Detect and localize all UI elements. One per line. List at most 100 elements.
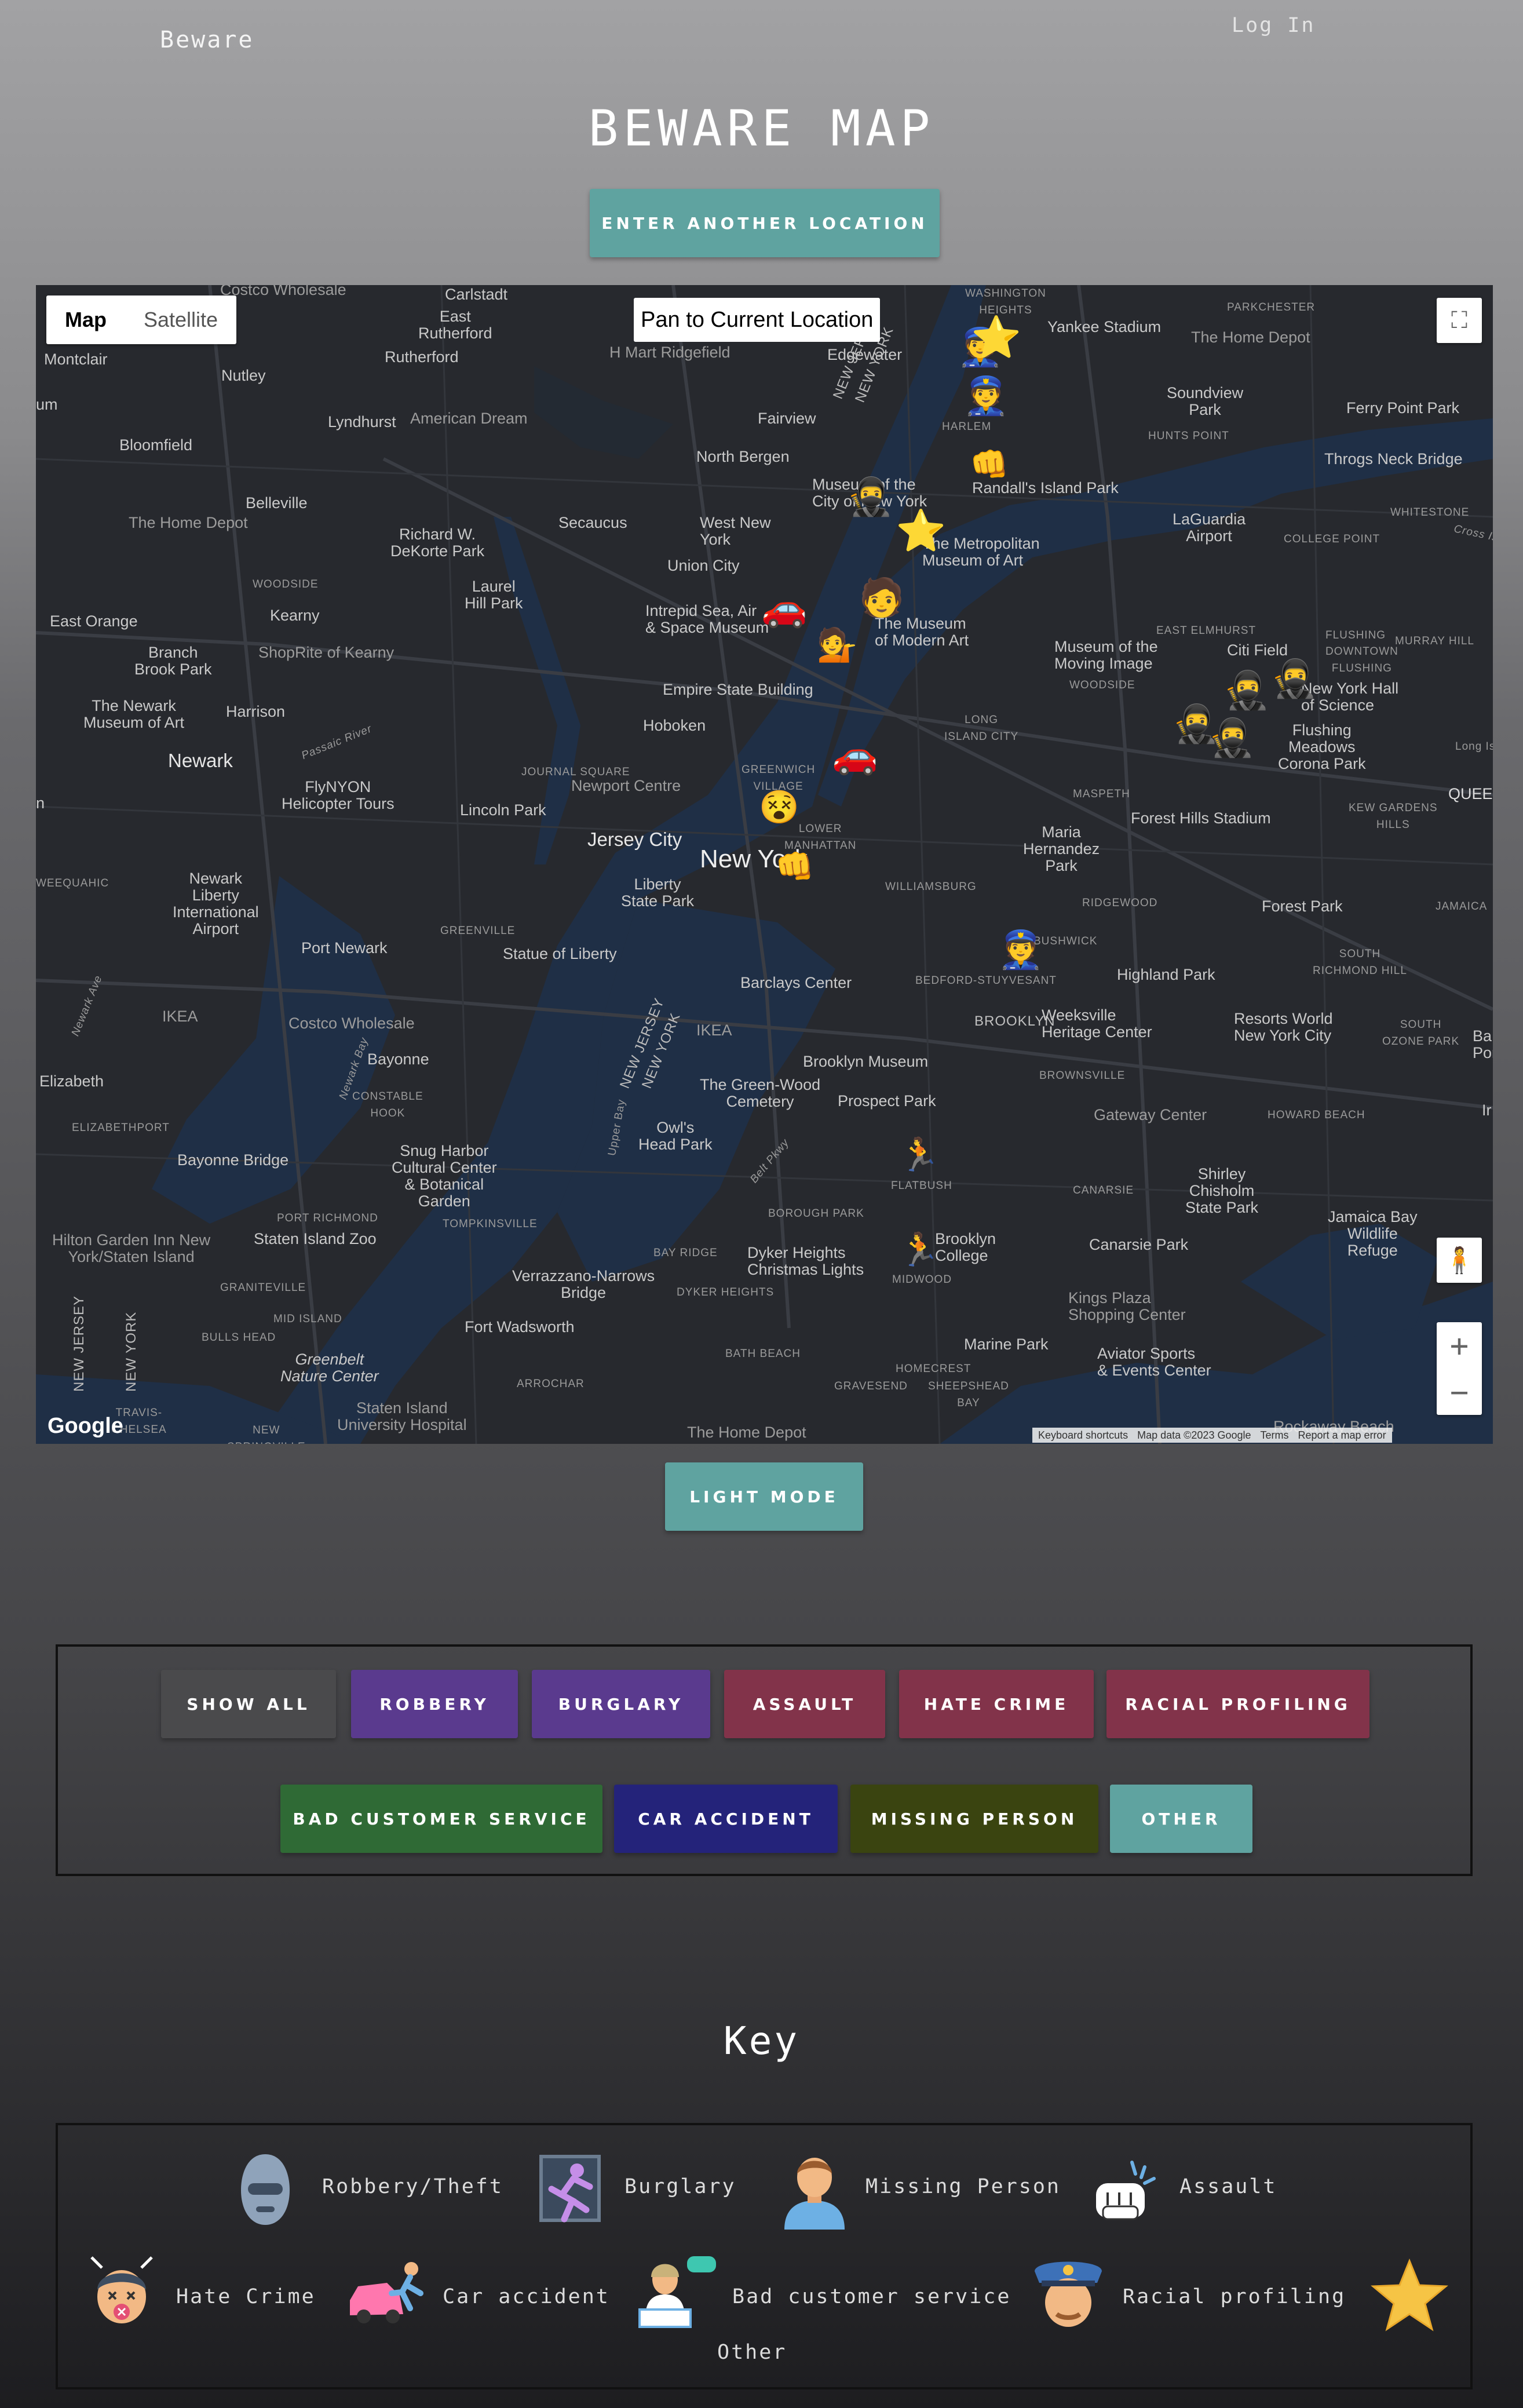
map-label-mid-island: MID ISLAND bbox=[273, 1313, 342, 1325]
map-type-satellite-button[interactable]: Satellite bbox=[125, 295, 236, 344]
map-type-map-button[interactable]: Map bbox=[46, 295, 125, 344]
filter-show-all-button[interactable]: SHOW ALL bbox=[161, 1670, 336, 1738]
filter-assault-button[interactable]: ASSAULT bbox=[724, 1670, 885, 1738]
map-label-graniteville: GRANITEVILLE bbox=[220, 1282, 306, 1294]
filter-burglary-button[interactable]: BURGLARY bbox=[532, 1670, 710, 1738]
map-label-flatbush: FLATBUSH bbox=[891, 1180, 952, 1192]
filter-bad-customer-service-button[interactable]: BAD CUSTOMER SERVICE bbox=[280, 1785, 602, 1853]
map-label-jersey-city: Jersey City bbox=[587, 829, 682, 850]
assault-fist-icon bbox=[1096, 2161, 1156, 2220]
map-label-queens: QUEEN bbox=[1448, 785, 1493, 802]
enter-location-button[interactable]: ENTER ANOTHER LOCATION bbox=[590, 189, 940, 257]
map-label-hilton-garden: Hilton Garden Inn New York/Staten Island bbox=[52, 1231, 211, 1265]
map-label-citi-field: Citi Field bbox=[1227, 641, 1288, 659]
map-label-kearny: Kearny bbox=[270, 607, 320, 624]
map-marker-hate-crime[interactable]: 😵 bbox=[759, 789, 799, 826]
map-marker-robbery[interactable]: 🥷 bbox=[1223, 672, 1270, 709]
map-label-canarsie-park: Canarsie Park bbox=[1089, 1236, 1189, 1253]
map-marker-robbery[interactable]: 🥷 bbox=[847, 479, 893, 516]
map-label-port-richmond: PORT RICHMOND bbox=[277, 1212, 378, 1224]
map-label-east-orange: East Orange bbox=[50, 612, 138, 630]
map-label-kings-plaza: Kings Plaza Shopping Center bbox=[1068, 1289, 1186, 1323]
map-label-howard-beach: HOWARD BEACH bbox=[1268, 1109, 1365, 1121]
map-label-whitestone: WHITESTONE bbox=[1390, 506, 1470, 519]
map-label-aviator: Aviator Sports & Events Center bbox=[1097, 1345, 1211, 1379]
map-label-empire-state: Empire State Building bbox=[663, 681, 813, 698]
map-label-harrison: Harrison bbox=[226, 703, 286, 720]
map-label-home-depot-3: The Home Depot bbox=[687, 1424, 806, 1441]
filter-car-accident-button[interactable]: CAR ACCIDENT bbox=[614, 1785, 838, 1853]
filter-other-button[interactable]: OTHER bbox=[1110, 1785, 1252, 1853]
zoom-in-icon[interactable]: + bbox=[1450, 1327, 1469, 1364]
map-label-elizabethport: ELIZABETHPORT bbox=[72, 1122, 170, 1134]
map-label-sheepshead-bay: SHEEPSHEAD BAY bbox=[928, 1380, 1009, 1409]
map-label-homecrest: HOMECREST bbox=[896, 1363, 971, 1375]
map-label-newark: Newark bbox=[168, 750, 233, 771]
filter-robbery-button[interactable]: ROBBERY bbox=[351, 1670, 518, 1738]
map-label-richard-dekorte: Richard W. DeKorte Park bbox=[390, 526, 485, 560]
map-label-newark-museum: The Newark Museum of Art bbox=[83, 697, 185, 731]
map-marker-burglary[interactable]: 🏃 bbox=[899, 1232, 940, 1269]
map-label-journal-square: JOURNAL SQUARE bbox=[521, 766, 630, 778]
terms-link[interactable]: Terms bbox=[1261, 1429, 1289, 1442]
fullscreen-icon[interactable]: ⛶ bbox=[1437, 298, 1482, 343]
map-label-museum-moving-image: Museum of the Moving Image bbox=[1054, 638, 1158, 672]
brand-logo[interactable]: Beware bbox=[160, 27, 254, 53]
zoom-out-icon[interactable]: − bbox=[1450, 1374, 1469, 1410]
map-label-branch-brook: Branch Brook Park bbox=[134, 644, 212, 678]
map-label-fairview: Fairview bbox=[758, 410, 816, 427]
map-marker-other[interactable]: ⭐ bbox=[971, 317, 1021, 357]
map-type-control: Map Satellite bbox=[46, 295, 237, 344]
map-label-lincoln-park: Lincoln Park bbox=[460, 801, 546, 819]
map-label-south-richmond-hill: SOUTH RICHMOND HILL bbox=[1313, 948, 1407, 977]
map-label-bed-stuy: BEDFORD-STUYVESANT bbox=[915, 975, 1057, 987]
filter-racial-profiling-button[interactable]: RACIAL PROFILING bbox=[1106, 1670, 1369, 1738]
keyboard-shortcuts-link[interactable]: Keyboard shortcuts bbox=[1038, 1429, 1128, 1442]
map-label-verrazzano: Verrazzano-Narrows Bridge bbox=[512, 1267, 655, 1301]
pan-to-current-location-button[interactable]: Pan to Current Location bbox=[634, 298, 881, 342]
filter-missing-person-button[interactable]: MISSING PERSON bbox=[850, 1785, 1098, 1853]
map-label-north-bergen: North Bergen bbox=[696, 448, 790, 465]
map-label-jamaica: JAMAICA bbox=[1436, 900, 1488, 913]
map-label-intrepid: Intrepid Sea, Air & Space Museum bbox=[645, 602, 769, 636]
street-view-pegman-icon[interactable]: 🧍 bbox=[1437, 1238, 1482, 1283]
map-label-liberty-state-park: Liberty State Park bbox=[621, 875, 695, 910]
map-marker-racial-profiling[interactable]: 👮 bbox=[998, 932, 1044, 969]
filter-panel: SHOW ALL ROBBERY BURGLARY ASSAULT HATE C… bbox=[56, 1644, 1473, 1876]
map-label-dyker-heights: DYKER HEIGHTS bbox=[677, 1286, 775, 1298]
map-label-bay-ridge: BAY RIDGE bbox=[653, 1247, 718, 1259]
map-label-staten-island-uh: Staten Island University Hospital bbox=[337, 1399, 467, 1433]
map-marker-assault[interactable]: 👊 bbox=[775, 848, 814, 885]
map-label-woodside-nj: WOODSIDE bbox=[253, 578, 319, 590]
map-marker-car-accident[interactable]: 🚗 bbox=[761, 590, 808, 627]
map-label-weeksville: Weeksville Heritage Center bbox=[1042, 1006, 1152, 1041]
map-label-green-wood: The Green-Wood Cemetery bbox=[700, 1076, 821, 1110]
key-label-missing: Missing Person bbox=[865, 2175, 1061, 2198]
key-label-hate: Hate Crime bbox=[176, 2285, 316, 2308]
page-title: BEWARE MAP bbox=[588, 100, 935, 158]
login-link[interactable]: Log In bbox=[1232, 14, 1315, 37]
bad-service-icon bbox=[638, 2256, 716, 2328]
map-marker-missing-person[interactable]: 🧑 bbox=[859, 579, 905, 616]
racial-profiling-police-icon bbox=[1035, 2261, 1102, 2327]
map-marker-robbery[interactable]: 🥷 bbox=[1271, 661, 1317, 698]
map-label-edge-um: um bbox=[36, 396, 58, 413]
car-accident-icon bbox=[350, 2262, 423, 2323]
map-label-flushing-meadows: Flushing Meadows Corona Park bbox=[1278, 721, 1366, 772]
map-label-hunts-point: HUNTS POINT bbox=[1148, 430, 1229, 442]
key-label-burglary: Burglary bbox=[624, 2175, 736, 2198]
map-marker-other[interactable]: ⭐ bbox=[896, 510, 946, 551]
hate-crime-icon bbox=[90, 2256, 153, 2323]
map-label-maria-hernandez: Maria Hernandez Park bbox=[1023, 823, 1100, 874]
map-label-bloomfield: Bloomfield bbox=[119, 436, 193, 454]
filter-hate-crime-button[interactable]: HATE CRIME bbox=[899, 1670, 1094, 1738]
map-marker-racial-profiling[interactable]: 👮 bbox=[963, 378, 1009, 415]
map-marker-bad-service[interactable]: 💁 bbox=[817, 627, 857, 664]
map-marker-burglary[interactable]: 🏃 bbox=[899, 1137, 940, 1174]
report-map-error-link[interactable]: Report a map error bbox=[1298, 1429, 1386, 1442]
map-marker-car-accident[interactable]: 🚗 bbox=[832, 737, 878, 774]
map-marker-robbery[interactable]: 🥷 bbox=[1208, 720, 1255, 757]
map[interactable]: New York Jersey City Newark BROOKLYN Hob… bbox=[36, 285, 1493, 1444]
light-mode-button[interactable]: LIGHT MODE bbox=[665, 1462, 863, 1531]
map-marker-assault[interactable]: 👊 bbox=[970, 446, 1009, 483]
